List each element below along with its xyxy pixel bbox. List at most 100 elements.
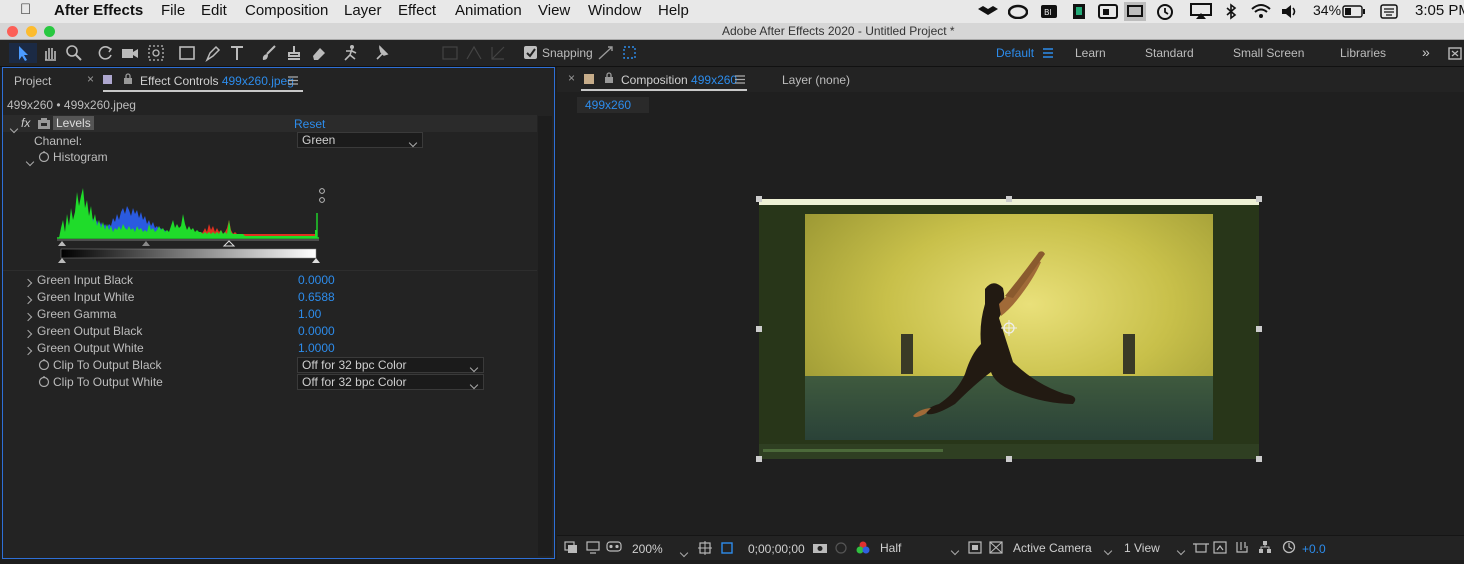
clip-black-dropdown[interactable]: Off for 32 bpc Color (297, 357, 484, 373)
airplay-display-icon[interactable] (1098, 3, 1118, 20)
airplay-icon[interactable] (1190, 3, 1212, 20)
menu-app-name[interactable]: After Effects (54, 2, 143, 19)
workspace-default[interactable]: Default (996, 46, 1034, 60)
menu-file[interactable]: File (161, 2, 185, 19)
histogram-expand-chevron-icon[interactable] (25, 152, 35, 170)
param-value-input-black[interactable]: 0.0000 (298, 273, 335, 287)
lock-icon[interactable] (123, 73, 133, 85)
menu-composition[interactable]: Composition (245, 2, 328, 19)
more-workspaces-icon[interactable]: » (1422, 44, 1430, 60)
minimize-window-button[interactable] (26, 26, 37, 37)
media-encoder-icon[interactable]: Bl (1040, 3, 1058, 20)
effect-preset-icon[interactable] (38, 118, 50, 129)
channel-dropdown[interactable]: Green (297, 132, 423, 148)
transparency-grid-icon[interactable] (989, 541, 1003, 554)
mask-visibility-icon[interactable] (606, 541, 622, 554)
pan-behind-tool-icon[interactable] (146, 43, 166, 63)
zoom-level[interactable]: 200% (632, 542, 663, 556)
keyboard-input-icon[interactable] (1380, 4, 1398, 19)
handle-bottom-right[interactable] (1256, 456, 1262, 462)
snap-features-icon[interactable] (596, 43, 616, 63)
expand-chevron-icon[interactable] (23, 326, 33, 340)
zoom-tool-icon[interactable] (64, 43, 84, 63)
fast-previews-icon[interactable] (1213, 541, 1227, 554)
tab-effect-controls[interactable]: Effect Controls 499x260.jpeg (140, 74, 294, 88)
exposure-value[interactable]: +0.0 (1302, 542, 1326, 556)
close-tab-icon[interactable]: × (568, 71, 575, 85)
tab-composition[interactable]: Composition 499x260 (621, 73, 737, 87)
handle-middle-right[interactable] (1256, 326, 1262, 332)
snapping-checkbox[interactable] (524, 46, 537, 59)
dropbox-icon[interactable] (978, 3, 998, 20)
monitor-output-icon[interactable] (586, 541, 600, 554)
search-help-icon[interactable] (1448, 47, 1462, 60)
toggle-mask-path-icon[interactable] (720, 541, 734, 555)
resolution-dropdown[interactable]: Half (876, 540, 960, 556)
selection-tool-icon[interactable] (9, 43, 37, 63)
menu-layer[interactable]: Layer (344, 2, 382, 19)
param-value-output-black[interactable]: 0.0000 (298, 324, 335, 338)
close-tab-icon[interactable]: × (87, 72, 94, 86)
eraser-tool-icon[interactable] (309, 43, 329, 63)
camera-tool-icon[interactable] (120, 43, 140, 63)
screen-mirror-icon[interactable] (1124, 2, 1146, 21)
menu-help[interactable]: Help (658, 2, 689, 19)
expand-chevron-icon[interactable] (23, 275, 33, 289)
comp-breadcrumb-chip[interactable]: 499x260 (577, 97, 649, 113)
tab-project[interactable]: Project (14, 74, 51, 88)
clone-stamp-tool-icon[interactable] (284, 43, 304, 63)
rotate-tool-icon[interactable] (95, 43, 115, 63)
effect-expand-chevron-icon[interactable] (9, 119, 19, 137)
panel-menu-icon[interactable] (288, 76, 299, 85)
camera-dropdown[interactable]: Active Camera (1009, 540, 1113, 556)
workspace-menu-icon[interactable] (1042, 48, 1054, 58)
param-value-gamma[interactable]: 1.00 (298, 307, 321, 321)
anchor-point-icon[interactable] (1001, 320, 1017, 336)
stopwatch-icon[interactable] (38, 375, 50, 387)
param-value-output-white[interactable]: 1.0000 (298, 341, 335, 355)
menu-effect[interactable]: Effect (398, 2, 436, 19)
workspace-learn[interactable]: Learn (1075, 46, 1106, 60)
panel-menu-icon[interactable] (735, 75, 746, 84)
views-dropdown[interactable]: 1 View (1120, 540, 1186, 556)
apple-menu-icon[interactable]:  (20, 1, 31, 18)
type-tool-icon[interactable] (228, 43, 248, 63)
workspace-libraries[interactable]: Libraries (1340, 46, 1386, 60)
puppet-pin-tool-icon[interactable] (372, 43, 392, 63)
handle-top-left[interactable] (756, 196, 762, 202)
expand-chevron-icon[interactable] (23, 343, 33, 357)
workspace-standard[interactable]: Standard (1145, 46, 1194, 60)
histogram-graph[interactable] (57, 168, 327, 264)
scrollbar-track[interactable] (538, 116, 552, 556)
pen-tool-icon[interactable] (203, 43, 223, 63)
handle-middle-left[interactable] (756, 326, 762, 332)
channel-rgb-icon[interactable] (855, 540, 871, 555)
workspace-small-screen[interactable]: Small Screen (1233, 46, 1304, 60)
roto-brush-tool-icon[interactable] (340, 43, 360, 63)
handle-top-right[interactable] (1256, 196, 1262, 202)
brush-tool-icon[interactable] (259, 43, 279, 63)
handle-bottom-center[interactable] (1006, 456, 1012, 462)
zoom-dropdown-chevron-icon[interactable] (679, 543, 689, 561)
creative-cloud-icon[interactable] (1008, 4, 1028, 19)
lock-icon[interactable] (604, 72, 614, 84)
toggle-pixel-aspect-icon[interactable] (1193, 541, 1209, 554)
stopwatch-icon[interactable] (38, 150, 50, 162)
time-machine-icon[interactable] (1155, 3, 1174, 20)
menu-animation[interactable]: Animation (455, 2, 522, 19)
timecode[interactable]: 0;00;00;00 (748, 542, 805, 556)
battery-icon[interactable] (1342, 5, 1366, 18)
expand-chevron-icon[interactable] (23, 309, 33, 323)
reset-exposure-icon[interactable] (1282, 540, 1296, 554)
timeline-icon[interactable] (1235, 540, 1249, 554)
clip-white-dropdown[interactable]: Off for 32 bpc Color (297, 374, 484, 390)
tab-layer[interactable]: Layer (none) (782, 73, 850, 87)
wifi-icon[interactable] (1250, 3, 1272, 20)
region-of-interest-icon[interactable] (968, 541, 982, 554)
menu-view[interactable]: View (538, 2, 570, 19)
effect-name[interactable]: Levels (53, 116, 94, 130)
stopwatch-icon[interactable] (38, 358, 50, 370)
snapshot-camera-icon[interactable] (812, 541, 828, 554)
menu-edit[interactable]: Edit (201, 2, 227, 19)
reset-button[interactable]: Reset (294, 117, 325, 131)
